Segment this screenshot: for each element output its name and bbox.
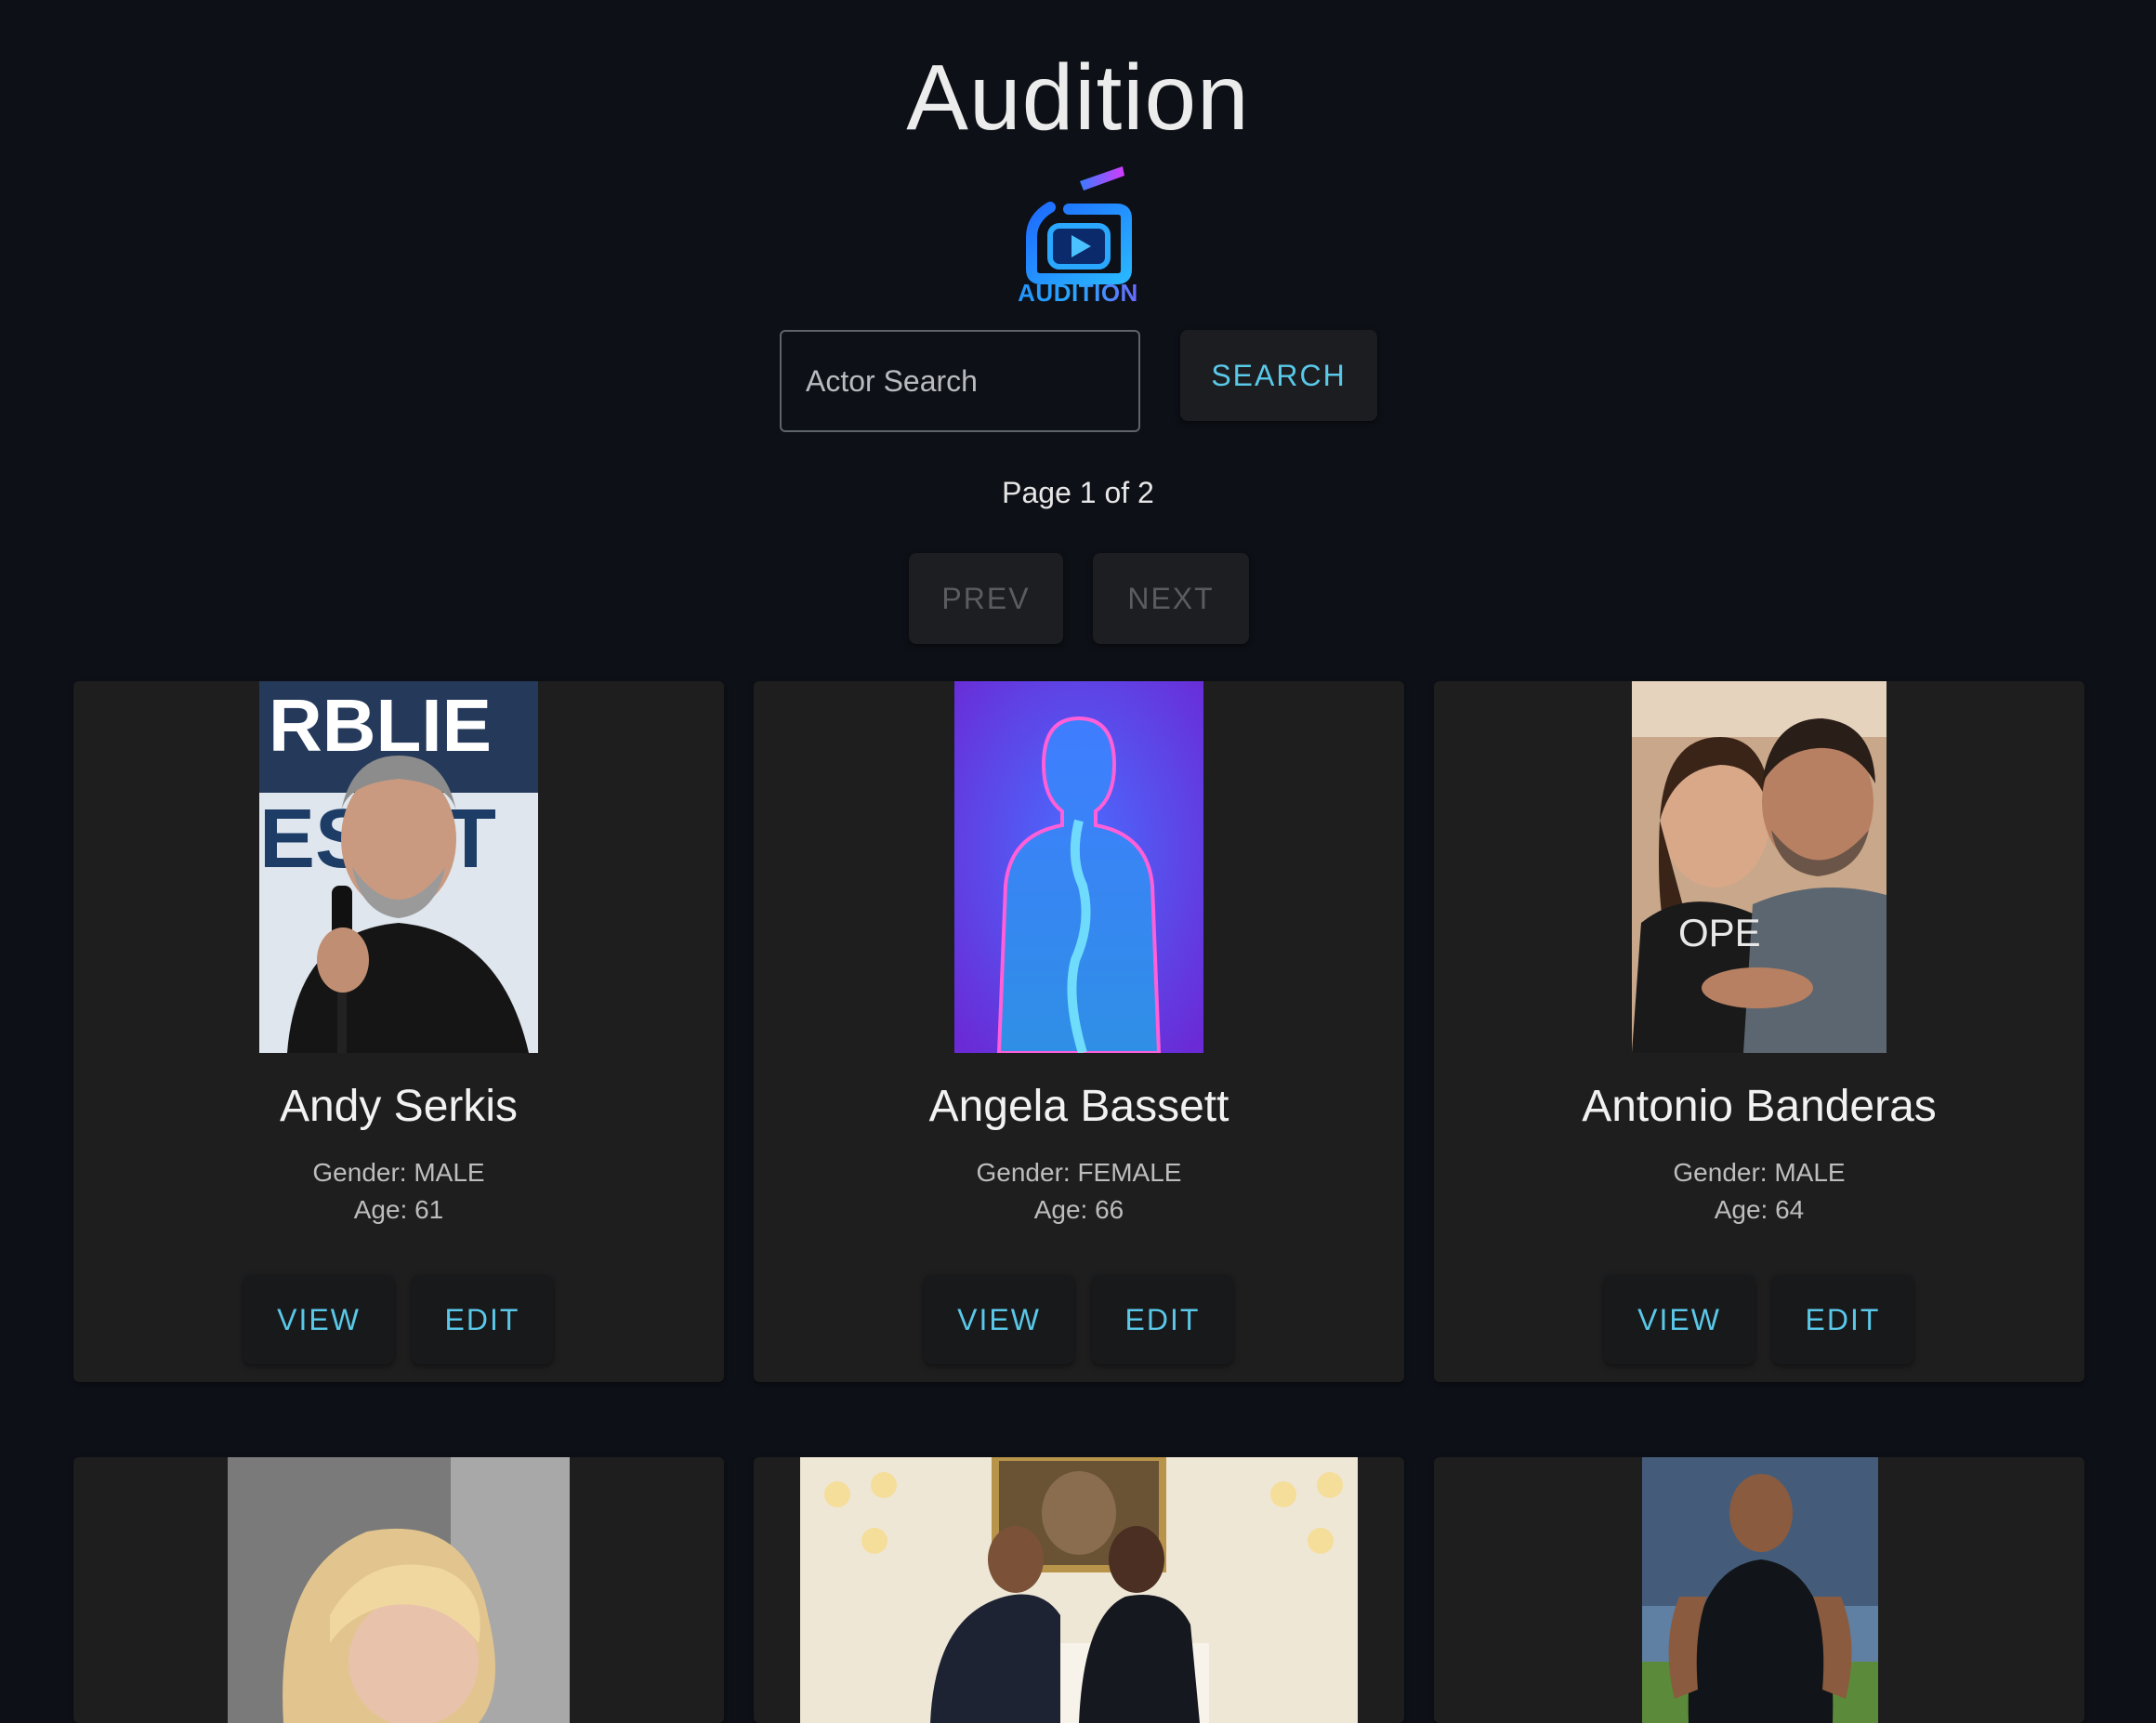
actor-card: Angela Bassett Gender: FEMALE Age: 66 VI…	[754, 681, 1404, 1382]
view-button[interactable]: VIEW	[924, 1275, 1074, 1364]
actor-photo	[1642, 1457, 1878, 1723]
actor-card	[73, 1457, 724, 1723]
actor-name: Angela Bassett	[928, 1082, 1229, 1131]
actor-name: Andy Serkis	[279, 1082, 519, 1131]
actor-age: Age: 66	[1033, 1195, 1124, 1224]
actor-card: OPE Antonio Banderas Gender: MALE Age: 6…	[1434, 681, 2084, 1382]
actor-gender: Gender: MALE	[1673, 1158, 1846, 1187]
edit-button[interactable]: EDIT	[1092, 1275, 1233, 1364]
view-button[interactable]: VIEW	[1604, 1275, 1755, 1364]
actor-card	[1434, 1457, 2084, 1723]
svg-text:OPE: OPE	[1678, 911, 1761, 954]
actor-gender: Gender: MALE	[312, 1158, 485, 1187]
actor-search-input[interactable]	[780, 330, 1140, 432]
prev-button[interactable]: PREV	[909, 553, 1063, 644]
edit-button[interactable]: EDIT	[412, 1275, 553, 1364]
actor-name: Antonio Banderas	[1582, 1082, 1937, 1131]
actor-age: Age: 61	[353, 1195, 444, 1224]
actor-photo: OPE	[1632, 681, 1886, 1053]
svg-text:RBLIE: RBLIE	[269, 684, 492, 767]
actor-photo	[954, 681, 1203, 1053]
next-button[interactable]: NEXT	[1093, 553, 1249, 644]
page-indicator: Page 1 of 2	[1002, 476, 1154, 509]
actor-gender: Gender: FEMALE	[976, 1158, 1182, 1187]
actor-card: RBLIE ESLIT Andy Serkis Gender: MALE Age…	[73, 681, 724, 1382]
search-button[interactable]: SEARCH	[1180, 330, 1377, 421]
actor-photo	[228, 1457, 570, 1723]
actor-photo: RBLIE ESLIT	[259, 681, 538, 1053]
logo-text: AUDITION	[1004, 279, 1152, 308]
actor-photo	[800, 1457, 1358, 1723]
view-button[interactable]: VIEW	[243, 1275, 394, 1364]
page-title: Audition	[906, 46, 1250, 150]
actor-card	[754, 1457, 1404, 1723]
edit-button[interactable]: EDIT	[1772, 1275, 1913, 1364]
actor-age: Age: 64	[1714, 1195, 1805, 1224]
